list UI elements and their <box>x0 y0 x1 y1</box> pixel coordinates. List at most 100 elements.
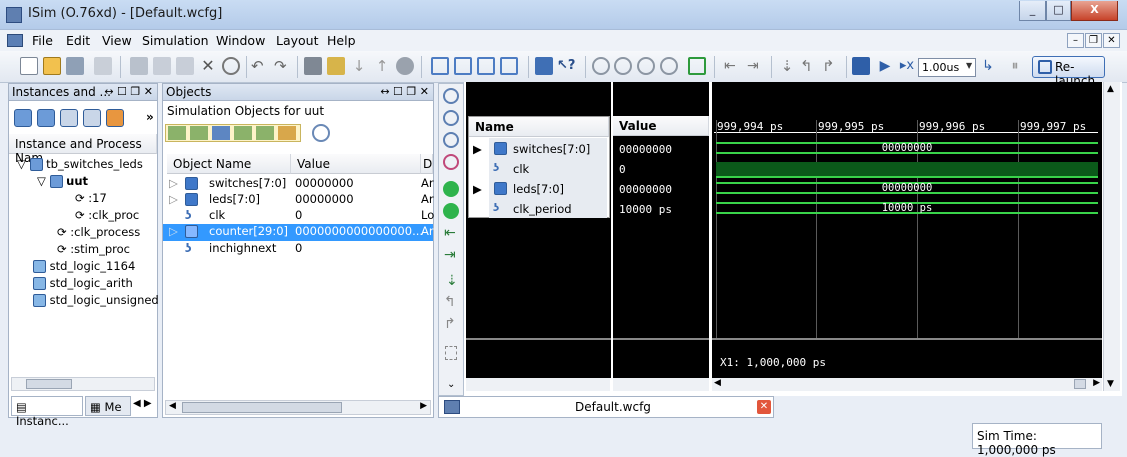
next-transition-icon[interactable]: ⇥ <box>444 247 456 263</box>
cut-icon[interactable] <box>130 57 148 75</box>
object-row[interactable]: ʖ clk 0 Lo <box>163 208 434 224</box>
zoom-out-icon[interactable] <box>443 110 459 126</box>
wave-horizontal-scrollbar[interactable]: ◀ ▶ <box>712 378 1102 391</box>
copy-icon[interactable] <box>153 57 171 75</box>
scrollbar-thumb[interactable] <box>1074 379 1086 389</box>
close-tab-icon[interactable]: ✕ <box>757 400 771 414</box>
variable-filter-icon[interactable] <box>278 126 296 140</box>
tree-item-clk-process[interactable]: :clk_process <box>70 225 140 239</box>
menu-simulation[interactable]: Simulation <box>142 33 209 48</box>
next-marker-icon[interactable]: ↱ <box>822 57 840 75</box>
properties-wrench-icon[interactable] <box>535 57 553 75</box>
minimize-button[interactable]: _ <box>1019 1 1046 21</box>
save-icon[interactable] <box>66 57 84 75</box>
mdi-minimize-button[interactable]: – <box>1067 33 1084 48</box>
expand-icon[interactable] <box>83 109 101 127</box>
object-row-selected[interactable]: ▷ counter[29:0] 0000000000000000... Ar <box>163 224 434 241</box>
goto-end-icon[interactable] <box>443 203 459 219</box>
float-window-icon[interactable] <box>500 57 518 75</box>
expand-icon[interactable]: ▷ <box>169 192 178 206</box>
expand-icon[interactable]: ▷ <box>169 176 178 190</box>
wave-signal-name[interactable]: clk <box>513 162 529 178</box>
zoom-cursor-icon[interactable] <box>443 154 459 170</box>
tile-horizontal-icon[interactable] <box>454 57 472 75</box>
arrow-up-icon[interactable]: ↑ <box>373 57 391 75</box>
redo-icon[interactable]: ↷ <box>274 57 292 75</box>
relaunch-button[interactable]: Re-launch <box>1032 56 1105 88</box>
next-marker-icon[interactable]: ↱ <box>444 316 456 332</box>
scroll-left-icon[interactable]: ◀ <box>169 401 176 411</box>
step-icon[interactable]: ↳ <box>982 57 1000 75</box>
name-column-header[interactable]: Name <box>469 117 609 137</box>
expand-icon[interactable]: ▶ <box>473 182 482 196</box>
object-row[interactable]: ▷ switches[7:0] 00000000 Ar <box>163 176 434 192</box>
more-chevron-icon[interactable]: ⌄ <box>447 379 455 390</box>
scroll-right-icon[interactable]: ▶ <box>1093 378 1100 388</box>
stop-icon[interactable] <box>222 57 240 75</box>
inout-filter-icon[interactable] <box>212 126 230 140</box>
menu-window[interactable]: Window <box>216 33 265 48</box>
pause-icon[interactable]: ⏸ <box>1006 57 1024 75</box>
collapse-icon[interactable]: ▽ <box>37 174 50 188</box>
tree-item-tb-switches-leds[interactable]: tb_switches_leds <box>46 157 143 171</box>
object-row[interactable]: ▷ leds[7:0] 00000000 Ar <box>163 192 434 208</box>
run-all-icon[interactable]: ▶ <box>876 57 894 75</box>
instance-column-header[interactable]: Instance and Process Nam <box>9 134 157 165</box>
input-filter-icon[interactable] <box>168 126 186 140</box>
scroll-left-icon[interactable]: ◀ <box>714 378 721 388</box>
panel-controls-icon[interactable]: ↔ ☐ ❐ ✕ <box>104 85 153 98</box>
wave-vertical-scrollbar[interactable]: ▲ ▼ <box>1103 82 1120 391</box>
menu-help[interactable]: Help <box>327 33 356 48</box>
tree-item-uut[interactable]: uut <box>66 174 88 188</box>
previous-transition-icon[interactable]: ⇤ <box>724 57 742 75</box>
restart-icon[interactable] <box>852 57 870 75</box>
zoom-cursor-icon[interactable] <box>660 57 678 75</box>
tree-item-stim-proc[interactable]: :stim_proc <box>70 242 130 256</box>
paste-icon[interactable] <box>176 57 194 75</box>
name-pane-scrollbar[interactable] <box>466 378 610 391</box>
menu-view[interactable]: View <box>102 33 132 48</box>
scrollbar-thumb[interactable] <box>182 402 342 413</box>
print-icon[interactable] <box>94 57 112 75</box>
expand-icon[interactable]: ▶ <box>473 142 482 156</box>
find-icon[interactable] <box>304 57 322 75</box>
scroll-up-icon[interactable]: ▲ <box>1107 84 1114 94</box>
scroll-right-icon[interactable]: ▶ <box>420 401 427 411</box>
arrow-down-icon[interactable]: ↓ <box>350 57 368 75</box>
collapse-icon[interactable]: ▽ <box>17 157 30 171</box>
constant-filter-icon[interactable] <box>256 126 274 140</box>
find-in-files-icon[interactable] <box>327 57 345 75</box>
tab-instances[interactable]: ▤ Instanc... <box>11 396 83 428</box>
wave-signal-name[interactable]: clk_period <box>513 202 572 218</box>
scroll-down-icon[interactable]: ▼ <box>1107 379 1114 389</box>
internal-filter-icon[interactable] <box>234 126 252 140</box>
refresh-icon[interactable] <box>688 57 706 75</box>
previous-marker-icon[interactable]: ↰ <box>800 57 818 75</box>
tree-item-17[interactable]: :17 <box>88 191 107 205</box>
package-filter-icon[interactable] <box>37 109 55 127</box>
prev-transition-icon[interactable]: ⇤ <box>444 225 456 241</box>
value-column-header[interactable]: Value <box>291 154 421 174</box>
tab-default-wcfg[interactable]: Default.wcfg ✕ <box>438 396 774 418</box>
undo-icon[interactable]: ↶ <box>251 57 269 75</box>
tile-vertical-icon[interactable] <box>477 57 495 75</box>
tab-scroll-arrows-icon[interactable]: ◀ ▶ <box>133 398 152 409</box>
add-marker-icon[interactable]: ⇣ <box>778 57 796 75</box>
run-for-time-icon[interactable]: ▸x <box>898 57 916 75</box>
zoom-fit-icon[interactable] <box>637 57 655 75</box>
tree-item-std-logic-1164[interactable]: std_logic_1164 <box>50 259 136 273</box>
wave-signal-name[interactable]: leds[7:0] <box>513 182 564 198</box>
tree-item-clk-proc[interactable]: :clk_proc <box>88 208 139 222</box>
new-file-icon[interactable] <box>20 57 38 75</box>
scrollbar-thumb[interactable] <box>26 379 72 389</box>
menu-edit[interactable]: Edit <box>66 33 90 48</box>
context-help-icon[interactable]: ↖? <box>557 57 575 75</box>
zoom-out-icon[interactable] <box>614 57 632 75</box>
swap-cursors-icon[interactable] <box>445 346 457 360</box>
object-name-column-header[interactable]: Object Name <box>167 154 291 174</box>
process-filter-icon[interactable] <box>60 109 78 127</box>
data-type-column-header[interactable]: D <box>421 154 433 174</box>
more-icon[interactable]: » <box>146 110 154 124</box>
tree-item-std-logic-unsigned[interactable]: std_logic_unsigned <box>50 293 159 307</box>
mdi-close-button[interactable]: ✕ <box>1103 33 1120 48</box>
